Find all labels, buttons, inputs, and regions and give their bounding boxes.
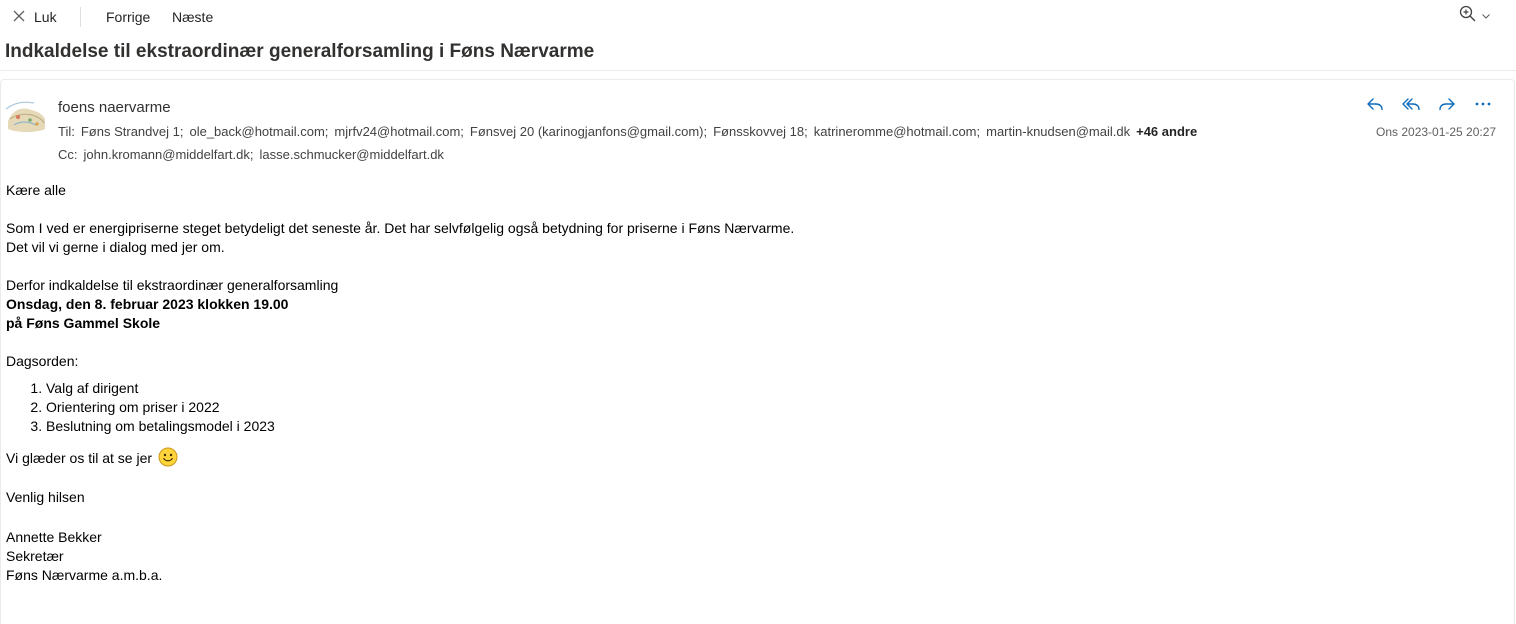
agenda-title: Dagsorden: — [6, 353, 79, 369]
zoom-in-icon — [1459, 5, 1477, 26]
next-button[interactable]: Næste — [172, 9, 213, 25]
message-date: Ons 2023-01-25 20:27 — [1376, 125, 1497, 139]
subject-divider — [0, 70, 1516, 71]
reply-icon — [1365, 98, 1385, 118]
signature-name: Annette Bekker — [6, 529, 102, 545]
message-body: Kære alle Som I ved er energipriserne st… — [6, 181, 1486, 585]
reply-all-icon — [1401, 98, 1421, 118]
close-button[interactable]: Luk — [12, 7, 57, 27]
invite-line: Derfor indkaldelse til ekstraordinær gen… — [6, 277, 339, 293]
previous-button[interactable]: Forrige — [106, 9, 150, 25]
recipient[interactable]: Fønsskovvej 18; — [713, 124, 808, 139]
more-icon — [1473, 101, 1493, 118]
forward-button[interactable] — [1437, 94, 1457, 114]
agenda-item: Orientering om priser i 2022 — [46, 398, 1486, 417]
body-paragraph-line: Som I ved er energipriserne steget betyd… — [6, 220, 795, 236]
close-icon — [12, 9, 26, 26]
recipient[interactable]: ole_back@hotmail.com; — [189, 124, 328, 139]
agenda-item: Beslutning om betalingsmodel i 2023 — [46, 417, 1486, 436]
zoom-button[interactable] — [1459, 5, 1491, 26]
chevron-down-icon — [1481, 8, 1491, 24]
recipient[interactable]: katrineromme@hotmail.com; — [814, 124, 980, 139]
more-actions-button[interactable] — [1473, 94, 1493, 114]
signature-title: Sekretær — [6, 548, 64, 564]
agenda-item: Valg af dirigent — [46, 379, 1486, 398]
cc-label: Cc: — [58, 147, 78, 162]
recipient[interactable]: Fønsvej 20 (karinogjanfons@gmail.com); — [470, 124, 707, 139]
recipient[interactable]: lasse.schmucker@middelfart.dk — [260, 147, 444, 162]
reply-button[interactable] — [1365, 94, 1385, 114]
agenda-list: Valg af dirigent Orientering om priser i… — [6, 379, 1486, 436]
to-recipients: Til: Føns Strandvej 1; ole_back@hotmail.co… — [58, 124, 1197, 139]
toolbar-divider — [80, 7, 81, 27]
sender-name[interactable]: foens naervarme — [58, 99, 171, 116]
reply-all-button[interactable] — [1401, 94, 1421, 114]
to-label: Til: — [58, 124, 75, 139]
recipient[interactable]: mjrfv24@hotmail.com; — [334, 124, 464, 139]
cc-recipients: Cc: john.kromann@middelfart.dk; lasse.schm… — [58, 147, 444, 162]
forward-icon — [1437, 98, 1457, 118]
message-subject: Indkaldelse til ekstraordinær generalfor… — [5, 41, 595, 62]
close-label: Luk — [34, 9, 57, 25]
regards: Venlig hilsen — [6, 489, 85, 505]
closing-line: Vi glæder os til at se jer — [6, 446, 1486, 470]
recipient[interactable]: Føns Strandvej 1; — [81, 124, 184, 139]
recipient[interactable]: john.kromann@middelfart.dk; — [84, 147, 254, 162]
command-bar: Luk Forrige Næste — [0, 0, 1516, 34]
smiley-icon — [158, 447, 178, 467]
avatar[interactable] — [6, 99, 46, 135]
body-paragraph-line: Det vil vi gerne i dialog med jer om. — [6, 239, 225, 255]
meeting-place: på Føns Gammel Skole — [6, 315, 161, 331]
more-recipients-button[interactable]: +46 andre — [1136, 124, 1197, 139]
greeting: Kære alle — [6, 182, 66, 198]
closing-text: Vi glæder os til at se jer — [6, 450, 153, 466]
meeting-date: Onsdag, den 8. februar 2023 klokken 19.0… — [6, 296, 289, 312]
recipient[interactable]: martin-knudsen@mail.dk — [986, 124, 1130, 139]
message-card: foens naervarme Til: Føns Strandvej 1; o… — [0, 79, 1515, 624]
signature-org: Føns Nærvarme a.m.b.a. — [6, 567, 163, 583]
message-actions — [1365, 94, 1493, 114]
